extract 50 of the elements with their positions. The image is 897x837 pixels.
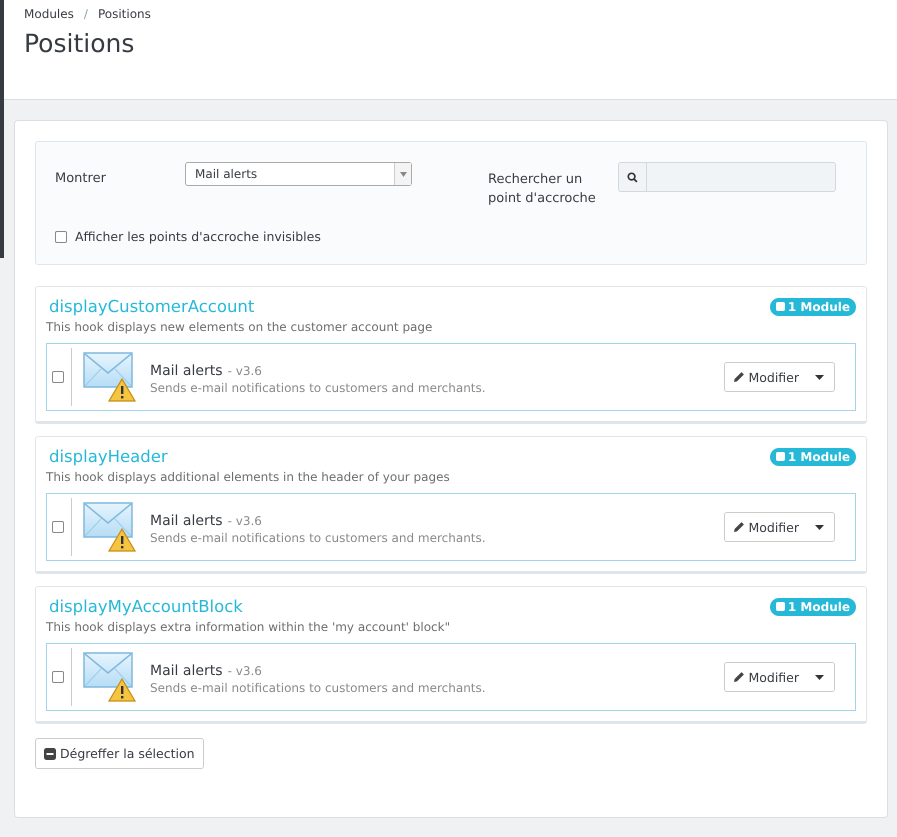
envelope-warning-icon xyxy=(82,501,138,553)
hook-name: displayHeader xyxy=(49,447,168,466)
dropdown-button[interactable] xyxy=(805,512,835,542)
module-count-badge: 1 Module xyxy=(770,448,856,466)
hook-name: displayCustomerAccount xyxy=(49,297,254,316)
caret-icon xyxy=(400,172,406,176)
envelope-warning-icon xyxy=(82,651,138,703)
show-label: Montrer xyxy=(55,171,107,186)
edit-button[interactable]: Modifier xyxy=(724,362,805,392)
caret-icon xyxy=(815,524,824,530)
edit-button[interactable]: Modifier xyxy=(724,512,805,542)
hook-description: This hook displays new elements on the customer account page xyxy=(46,320,434,334)
pencil-icon xyxy=(733,671,746,683)
checkbox[interactable] xyxy=(52,371,64,383)
unhook-selection-button[interactable]: Dégreffer la sélection xyxy=(35,738,204,769)
module-description: Sends e-mail notifications to customers and merchants. xyxy=(150,530,487,544)
breadcrumb-link[interactable]: Modules xyxy=(24,7,74,21)
minus-square-icon xyxy=(44,748,56,760)
module-version: - v3.6 xyxy=(228,514,262,528)
search-label: Rechercher un point d'accroche xyxy=(488,171,597,208)
module-count-badge: 1 Module xyxy=(770,298,856,316)
module-count-badge: 1 Module xyxy=(770,598,856,616)
module-name: Mail alerts xyxy=(150,362,223,378)
search-field[interactable] xyxy=(618,162,836,192)
breadcrumb-separator: / xyxy=(84,7,88,21)
checkbox-label: Afficher les points d'accroche invisibles xyxy=(75,229,321,244)
breadcrumb-current: Positions xyxy=(98,7,151,21)
module-select[interactable]: Mail alerts xyxy=(185,162,412,186)
hook-description: This hook displays additional elements in the header of your pages xyxy=(46,470,451,484)
checkbox[interactable] xyxy=(52,521,64,533)
module-name: Mail alerts xyxy=(150,662,223,678)
caret-icon xyxy=(815,374,824,380)
dropdown-button[interactable] xyxy=(805,362,835,392)
page-title: Positions xyxy=(24,29,136,58)
edit-button[interactable]: Modifier xyxy=(724,662,805,692)
module-version: - v3.6 xyxy=(228,364,262,378)
module-version: - v3.6 xyxy=(228,664,262,678)
pencil-icon xyxy=(733,371,746,383)
checkbox[interactable] xyxy=(52,671,64,683)
envelope-warning-icon xyxy=(82,351,138,403)
checkbox[interactable] xyxy=(55,230,67,242)
dropdown-button[interactable] xyxy=(805,662,835,692)
search-icon xyxy=(627,172,638,182)
hook-name: displayMyAccountBlock xyxy=(49,597,243,616)
hook-description: This hook displays extra information within the 'my account' block" xyxy=(46,620,452,634)
module-description: Sends e-mail notifications to customers and merchants. xyxy=(150,680,487,694)
module-description: Sends e-mail notifications to customers and merchants. xyxy=(150,380,487,394)
caret-icon xyxy=(815,674,824,680)
pencil-icon xyxy=(733,521,746,533)
module-name: Mail alerts xyxy=(150,512,223,528)
